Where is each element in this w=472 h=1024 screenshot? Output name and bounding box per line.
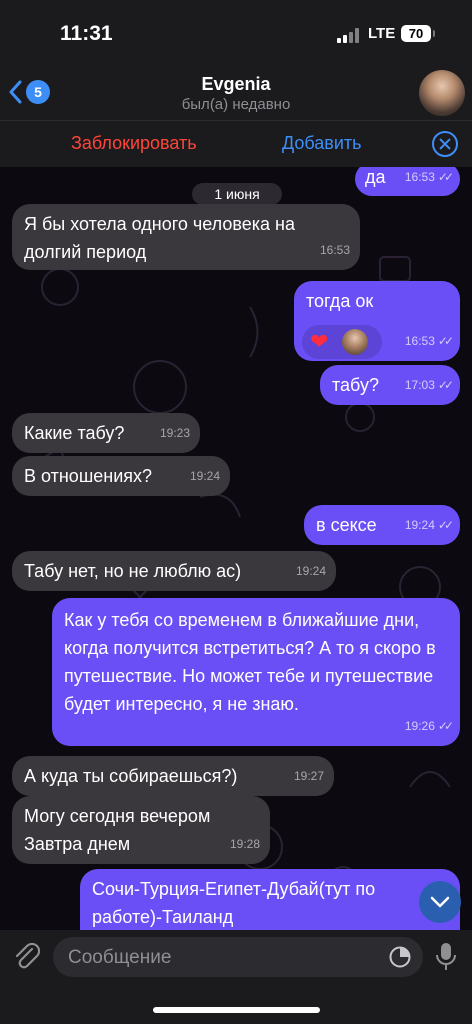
sticker-icon — [389, 946, 411, 968]
message-bubble[interactable]: табу? 17:03 ✓✓ — [320, 365, 460, 405]
message-text: Сочи-Турция-Египет-Дубай(тут по работе)-… — [92, 879, 376, 927]
heart-icon: ❤ — [310, 329, 329, 354]
date-separator: 1 июня — [192, 183, 282, 205]
paperclip-icon — [15, 942, 41, 969]
message-time: 16:53 — [404, 170, 435, 184]
battery-icon: 70 — [401, 25, 435, 42]
double-check-icon: ✓✓ — [437, 518, 454, 532]
sticker-button[interactable] — [389, 946, 411, 973]
message-bubble[interactable]: тогда ок ❤ 16:53 ✓✓ — [294, 281, 460, 361]
message-text: Я бы хотела одного человека на долгий пе… — [24, 214, 295, 262]
close-icon[interactable] — [432, 131, 458, 157]
message-bubble[interactable]: Я бы хотела одного человека на долгий пе… — [12, 204, 360, 270]
last-seen-status: был(а) недавно — [181, 96, 291, 113]
home-indicator — [153, 1007, 320, 1013]
message-composer: Сообщение — [0, 930, 472, 1024]
double-check-icon: ✓✓ — [437, 334, 454, 348]
chat-area[interactable]: 1 июня да 16:53 ✓✓ Я бы хотела одного чел… — [0, 167, 472, 930]
message-time: 19:26 — [404, 719, 435, 733]
message-input-placeholder: Сообщение — [68, 947, 172, 968]
reactor-avatar — [342, 329, 368, 355]
network-type: LTE — [368, 25, 396, 42]
clock: 11:31 — [60, 22, 113, 45]
message-time: 19:24 — [295, 564, 326, 578]
message-time: 19:24 — [404, 518, 435, 532]
message-text: Как у тебя со временем в ближайшие дни, … — [64, 610, 436, 714]
message-bubble[interactable]: Сочи-Турция-Египет-Дубай(тут по работе)-… — [80, 869, 460, 930]
block-button[interactable]: Заблокировать — [71, 133, 197, 154]
message-text: табу? — [332, 375, 379, 395]
signal-icon — [337, 27, 361, 43]
microphone-icon — [436, 943, 456, 970]
attach-button[interactable] — [12, 940, 41, 975]
message-time: 19:27 — [293, 769, 324, 783]
double-check-icon: ✓✓ — [437, 170, 454, 184]
message-input[interactable]: Сообщение — [53, 937, 423, 977]
message-text: Могу сегодня вечером Завтра днем — [24, 806, 211, 854]
message-text: А куда ты собираешься?) — [24, 766, 238, 786]
message-time: 19:28 — [229, 837, 260, 851]
message-time: 19:23 — [159, 426, 190, 440]
double-check-icon: ✓✓ — [437, 378, 454, 392]
contact-name[interactable]: Evgenia — [0, 74, 472, 95]
message-text: да — [365, 167, 386, 187]
message-time: 16:53 — [319, 243, 350, 257]
message-bubble[interactable]: да 16:53 ✓✓ — [355, 167, 460, 196]
message-bubble[interactable]: Какие табу? 19:23 — [12, 413, 200, 453]
chat-header: 5 Evgenia был(а) недавно — [0, 68, 472, 120]
message-bubble[interactable]: Табу нет, но не люблю ас) 19:24 — [12, 551, 336, 591]
message-text: тогда ок — [306, 291, 374, 311]
contact-avatar[interactable] — [419, 70, 465, 116]
message-text: В отношениях? — [24, 466, 153, 486]
message-time: 16:53 — [404, 334, 435, 348]
reactions[interactable]: ❤ — [302, 325, 382, 359]
message-text: в сексе — [316, 515, 377, 535]
action-bar: Заблокировать Добавить — [0, 120, 472, 167]
message-text: Какие табу? — [24, 423, 125, 443]
message-time: 17:03 — [404, 378, 435, 392]
double-check-icon: ✓✓ — [437, 719, 454, 733]
message-time: 19:24 — [189, 469, 220, 483]
scroll-down-button[interactable] — [419, 881, 461, 923]
message-text: Табу нет, но не люблю ас) — [24, 561, 242, 581]
message-bubble[interactable]: Как у тебя со временем в ближайшие дни, … — [52, 598, 460, 746]
message-bubble[interactable]: А куда ты собираешься?) 19:27 — [12, 756, 334, 796]
chevron-down-icon — [430, 896, 450, 908]
status-bar: 11:31 LTE 70 — [0, 0, 472, 68]
message-bubble[interactable]: в сексе 19:24 ✓✓ — [304, 505, 460, 545]
voice-record-button[interactable] — [435, 942, 457, 977]
message-bubble[interactable]: Могу сегодня вечером Завтра днем 19:28 — [12, 796, 270, 864]
add-contact-button[interactable]: Добавить — [282, 133, 362, 154]
message-bubble[interactable]: В отношениях? 19:24 — [12, 456, 230, 496]
